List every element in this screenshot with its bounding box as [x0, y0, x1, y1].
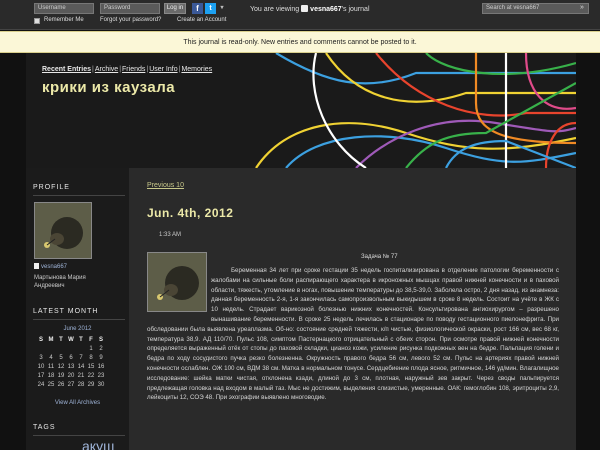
- more-icon[interactable]: ▾: [218, 3, 226, 14]
- remember-me-label: Remember Me: [44, 17, 84, 23]
- top-bar: Username Password Log in f t ▾ Remember …: [0, 0, 600, 30]
- calendar-day: 21: [77, 372, 85, 379]
- calendar-day: 29: [87, 381, 95, 388]
- calendar-day: 28: [77, 381, 85, 388]
- calendar-day: [76, 344, 86, 353]
- calendar-day: 20: [67, 372, 75, 379]
- nav-user-info[interactable]: User Info: [149, 66, 177, 73]
- calendar-dow: T: [59, 336, 63, 343]
- nav-archive[interactable]: Archive: [95, 66, 118, 73]
- calendar-day: [46, 344, 56, 353]
- calendar-day: 23: [97, 372, 105, 379]
- calendar-day: [56, 344, 66, 353]
- main-content: Previous 10 Jun. 4th, 2012 1:33 AM Задач…: [129, 168, 576, 450]
- profile-realname: Мартынова Мария Андреевич: [34, 275, 86, 289]
- username-input[interactable]: Username: [34, 3, 94, 14]
- nav-recent-entries[interactable]: Recent Entries: [42, 66, 91, 73]
- hedgehog-image: [35, 203, 91, 258]
- divider: [33, 195, 125, 196]
- userpic-spacer: [147, 266, 211, 316]
- calendar-day: 9: [99, 354, 103, 361]
- password-input[interactable]: Password: [100, 3, 160, 14]
- profile-username[interactable]: vesna667: [34, 263, 67, 270]
- remember-me-checkbox[interactable]: [34, 18, 40, 24]
- journal-nav: Recent Entries|Archive|Friends|User Info…: [42, 66, 213, 73]
- calendar-month-link[interactable]: June 2012: [26, 326, 129, 332]
- entry-task-title: Задача № 77: [361, 254, 398, 260]
- calendar-dow: S: [38, 336, 43, 343]
- search-input[interactable]: Search at vesna667: [482, 3, 589, 14]
- viewing-journal-text: You are viewing vesna667's journal: [250, 5, 370, 13]
- calendar-day: 11: [47, 363, 55, 370]
- previous-10-link[interactable]: Previous 10: [147, 182, 184, 189]
- calendar-day: 1: [89, 345, 93, 352]
- divider: [33, 319, 125, 320]
- profile-heading: PROFILE: [33, 184, 70, 191]
- calendar-day: 8: [89, 354, 93, 361]
- calendar-day: 10: [37, 363, 45, 370]
- sidebar: PROFILE vesna667 Мартынова Мария Андреев…: [26, 168, 129, 450]
- calendar-day: [66, 344, 76, 353]
- calendar-day: 16: [97, 363, 105, 370]
- calendar-dow: S: [98, 336, 103, 343]
- divider: [33, 435, 125, 436]
- tag-link[interactable]: акуш: [82, 438, 114, 450]
- journal-title[interactable]: крики из каузала: [42, 79, 175, 96]
- twitter-icon[interactable]: t: [205, 3, 216, 14]
- calendar-day: 26: [57, 381, 65, 388]
- read-only-notice: This journal is read-only. New entries a…: [0, 31, 600, 53]
- login-button[interactable]: Log in: [164, 3, 186, 14]
- user-icon: [301, 5, 309, 12]
- calendar-day: 27: [67, 381, 75, 388]
- entry-body: Беременная 34 лет при сроке гестации 35 …: [147, 266, 559, 403]
- calendar-day: 30: [97, 381, 105, 388]
- calendar-day: 12: [57, 363, 65, 370]
- view-all-archives-link[interactable]: View All Archives: [26, 400, 129, 406]
- calendar-day: 14: [77, 363, 85, 370]
- tags-heading: TAGS: [33, 424, 56, 431]
- calendar-day: 2: [99, 345, 103, 352]
- user-icon: [34, 263, 39, 269]
- calendar-day: 22: [87, 372, 95, 379]
- calendar-day: 24: [37, 381, 45, 388]
- profile-username-text[interactable]: vesna667: [41, 264, 67, 270]
- viewing-suffix: 's journal: [341, 6, 370, 13]
- facebook-icon[interactable]: f: [192, 3, 203, 14]
- calendar-day: 5: [59, 354, 63, 361]
- calendar-day: 15: [87, 363, 95, 370]
- userpic[interactable]: [34, 202, 92, 259]
- calendar-dow: F: [89, 336, 93, 343]
- calendar-dow: W: [68, 336, 74, 343]
- entry-time: 1:33 AM: [159, 232, 182, 238]
- calendar-day: 13: [67, 363, 75, 370]
- calendar-day: 7: [79, 354, 83, 361]
- latest-month-heading: LATEST MONTH: [33, 308, 99, 315]
- viewing-user-link[interactable]: vesna667: [310, 6, 342, 13]
- journal-header: Recent Entries|Archive|Friends|User Info…: [26, 53, 576, 168]
- calendar-day: 3: [39, 354, 43, 361]
- calendar-day: 17: [37, 372, 45, 379]
- calendar-day: 18: [47, 372, 55, 379]
- calendar-dow: M: [48, 336, 54, 343]
- create-account-link[interactable]: Create an Account: [177, 17, 226, 23]
- calendar: S M T W T F S 1 2 3 4 5 6 7 8 9 10 11 12…: [36, 335, 106, 389]
- calendar-day: 19: [57, 372, 65, 379]
- nav-memories[interactable]: Memories: [181, 66, 212, 73]
- nav-friends[interactable]: Friends: [122, 66, 145, 73]
- calendar-dow: T: [79, 336, 83, 343]
- calendar-day: [36, 344, 46, 353]
- calendar-day: 4: [49, 354, 53, 361]
- calendar-day: 25: [47, 381, 55, 388]
- calendar-day: 6: [69, 354, 73, 361]
- entry-date: Jun. 4th, 2012: [147, 206, 234, 220]
- forgot-password-link[interactable]: Forgot your password?: [100, 17, 161, 23]
- viewing-prefix: You are viewing: [250, 6, 300, 13]
- search-go-button[interactable]: »: [580, 4, 584, 11]
